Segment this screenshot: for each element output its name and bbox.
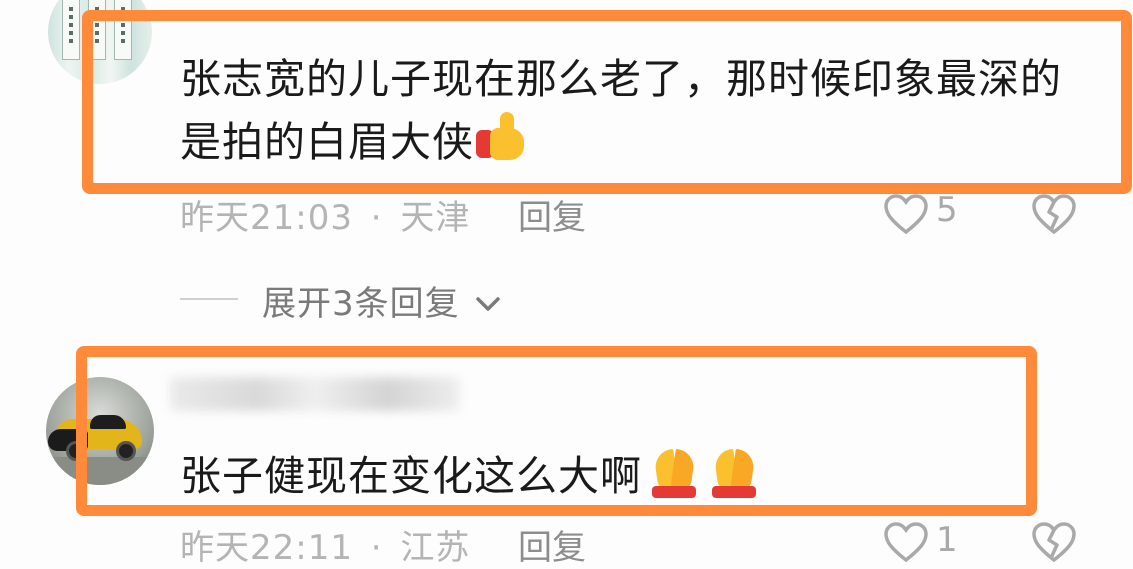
meta-separator: · bbox=[370, 528, 383, 568]
comment-time: 昨天21:03 bbox=[180, 198, 353, 238]
heart-outline-icon[interactable] bbox=[882, 520, 930, 564]
comment-location: 天津 bbox=[400, 198, 471, 238]
heart-outline-icon[interactable] bbox=[882, 192, 930, 236]
divider-line bbox=[180, 298, 238, 300]
highlight-box bbox=[76, 346, 1037, 516]
comment-meta: 昨天22:11 · 江苏 bbox=[180, 520, 470, 569]
comment-time: 昨天22:11 bbox=[180, 528, 353, 568]
comment-meta: 昨天21:03 · 天津 bbox=[180, 190, 470, 239]
broken-heart-icon[interactable] bbox=[1030, 192, 1078, 236]
like-count: 1 bbox=[936, 520, 958, 560]
highlight-box bbox=[82, 10, 1132, 194]
reply-button[interactable]: 回复 bbox=[518, 190, 586, 239]
chevron-down-icon bbox=[476, 297, 501, 311]
broken-heart-icon[interactable] bbox=[1030, 520, 1078, 564]
avatar-decoration bbox=[62, 0, 80, 60]
reply-button[interactable]: 回复 bbox=[518, 520, 586, 569]
like-count: 5 bbox=[936, 190, 958, 230]
meta-separator: · bbox=[370, 198, 383, 238]
expand-replies-button[interactable]: 展开3条回复 bbox=[262, 276, 501, 325]
expand-replies-label: 展开3条回复 bbox=[262, 284, 460, 324]
comment-location: 江苏 bbox=[400, 528, 471, 568]
